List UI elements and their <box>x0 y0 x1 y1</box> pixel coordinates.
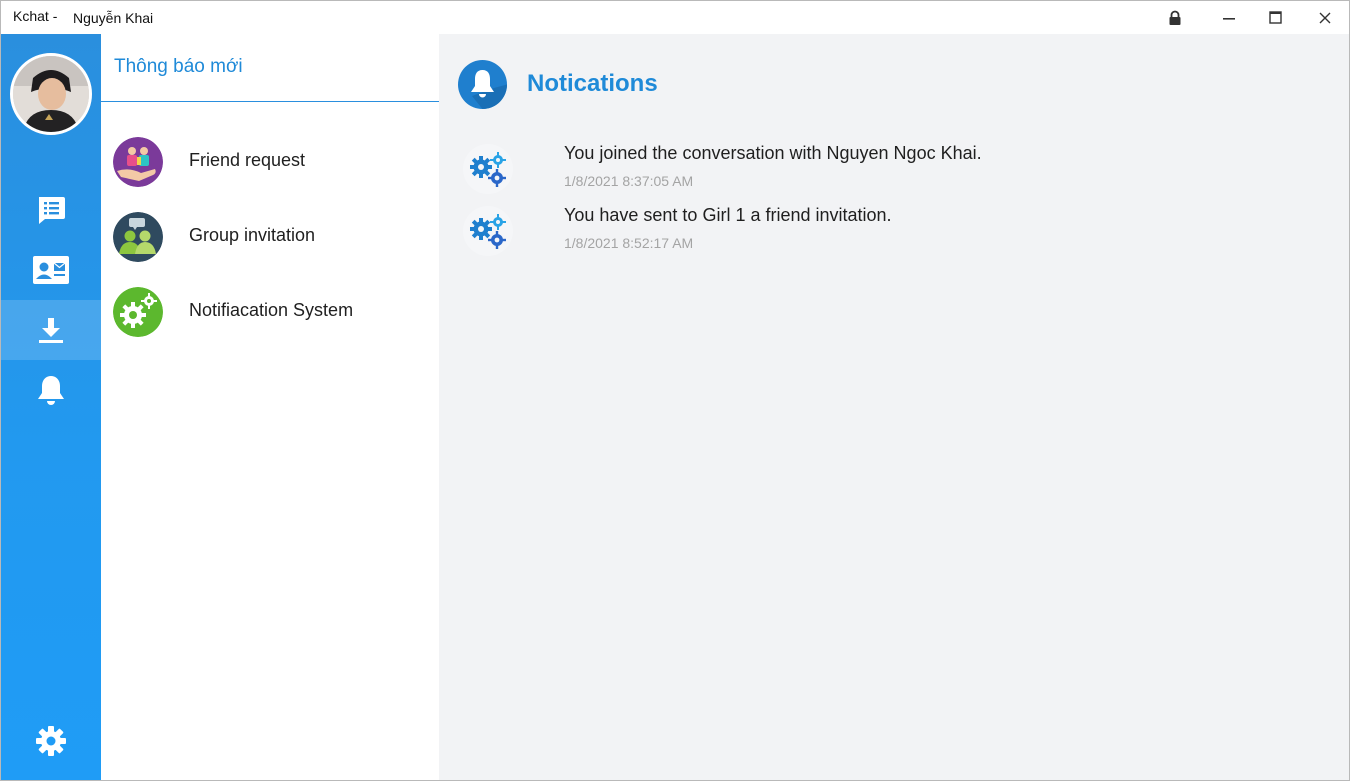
nav-item-settings[interactable] <box>1 711 101 771</box>
notification-time: 1/8/2021 8:37:05 AM <box>564 173 694 189</box>
notification-item[interactable]: You joined the conversation with Nguyen … <box>439 140 1349 202</box>
notification-category-panel: Thông báo mới Friend request Group invit… <box>101 34 439 780</box>
nav-item-chat[interactable] <box>1 180 101 240</box>
list-item-label: Group invitation <box>189 225 316 245</box>
title-bar: Kchat - Nguyễn Khai <box>1 1 1349 34</box>
minimize-button[interactable] <box>1206 1 1252 34</box>
notification-text: You have sent to Girl 1 a friend invitat… <box>564 205 892 225</box>
nav-item-download[interactable] <box>1 300 101 360</box>
gears-icon <box>463 144 513 194</box>
list-item-friend-request[interactable]: Friend request <box>101 124 439 199</box>
app-window: Kchat - Nguyễn Khai Thông báo mới Friend… <box>0 0 1350 781</box>
list-header: Thông báo mới <box>101 34 439 102</box>
bell-badge-icon <box>458 60 507 109</box>
maximize-icon <box>1268 11 1282 24</box>
system-gears-icon <box>113 287 163 337</box>
list-item-group-invitation[interactable]: Group invitation <box>101 199 439 274</box>
chat-list-icon <box>39 197 65 224</box>
list-item-label: Friend request <box>189 150 306 170</box>
page-title: Notications <box>527 70 658 97</box>
lock-button[interactable] <box>1152 1 1198 34</box>
list-item-system-notification[interactable]: Notifiacation System <box>101 274 439 349</box>
list-item-label: Notifiacation System <box>189 300 354 320</box>
gear-icon <box>36 726 66 756</box>
user-photo-icon <box>13 56 89 132</box>
download-icon <box>39 318 63 343</box>
nav-rail <box>1 34 101 780</box>
contact-card-icon <box>33 256 69 284</box>
close-icon <box>1319 12 1331 23</box>
notifications-content: Notications You joined the conversation … <box>439 34 1349 780</box>
minimize-icon <box>1223 17 1235 20</box>
list-header-title: Thông báo mới <box>114 56 243 77</box>
lock-icon <box>1169 10 1181 25</box>
group-invitation-icon <box>113 212 163 262</box>
notification-item[interactable]: You have sent to Girl 1 a friend invitat… <box>439 202 1349 264</box>
nav-item-contacts[interactable] <box>1 240 101 300</box>
gears-icon <box>463 206 513 256</box>
notification-time: 1/8/2021 8:52:17 AM <box>564 235 694 251</box>
maximize-button[interactable] <box>1252 1 1298 34</box>
window-user-name: Nguyễn Khai <box>73 10 154 26</box>
close-button[interactable] <box>1302 1 1348 34</box>
bell-icon <box>38 376 64 405</box>
nav-item-notifications[interactable] <box>1 360 101 420</box>
notification-text: You joined the conversation with Nguyen … <box>564 143 982 163</box>
avatar[interactable] <box>10 53 92 135</box>
app-title: Kchat - <box>13 8 58 24</box>
friend-request-icon <box>113 137 163 187</box>
